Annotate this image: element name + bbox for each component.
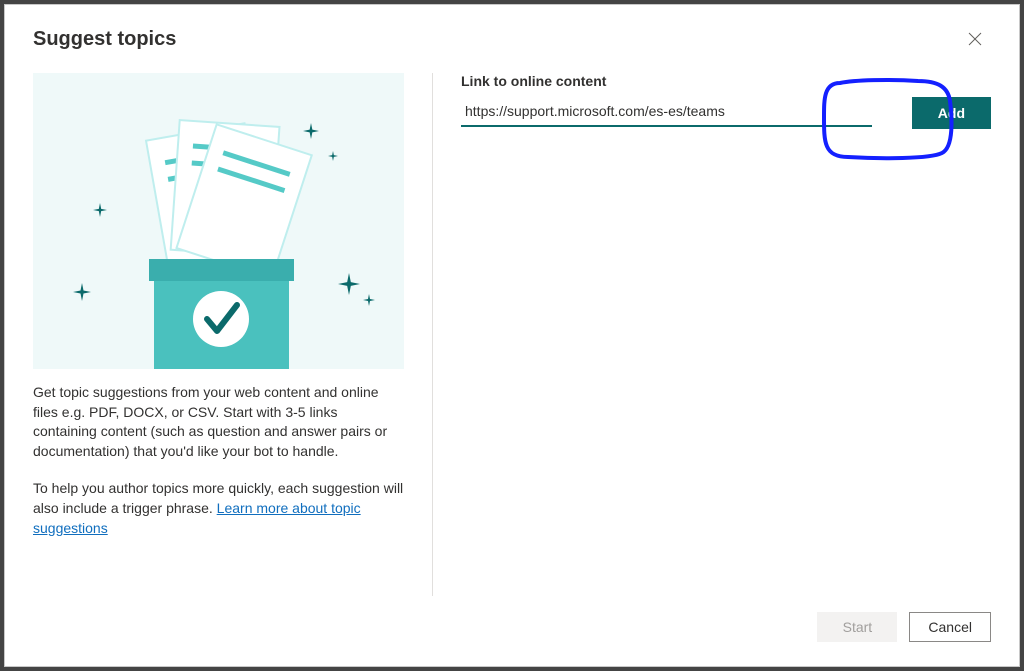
sparkle-icon <box>328 148 338 158</box>
sparkle-icon <box>73 283 91 301</box>
sparkle-icon <box>338 273 360 295</box>
description-1: Get topic suggestions from your web cont… <box>33 383 404 461</box>
close-icon <box>968 32 982 46</box>
suggest-topics-dialog: Suggest topics <box>4 4 1020 667</box>
link-field-label: Link to online content <box>461 73 991 89</box>
add-button[interactable]: Add <box>912 97 991 129</box>
start-button[interactable]: Start <box>817 612 897 642</box>
url-input[interactable] <box>461 97 872 127</box>
description-2: To help you author topics more quickly, … <box>33 479 404 538</box>
dialog-header: Suggest topics <box>5 5 1019 61</box>
illustration <box>33 73 404 369</box>
dialog-body: Get topic suggestions from your web cont… <box>5 61 1019 596</box>
dialog-title: Suggest topics <box>33 28 959 51</box>
sparkle-icon <box>93 203 107 217</box>
box-illustration <box>119 109 319 369</box>
close-button[interactable] <box>959 23 991 55</box>
dialog-footer: Start Cancel <box>5 596 1019 666</box>
right-pane: Link to online content Add <box>433 73 991 596</box>
cancel-button[interactable]: Cancel <box>909 612 991 642</box>
link-field-row: Add <box>461 97 991 129</box>
sparkle-icon <box>363 293 375 305</box>
left-pane: Get topic suggestions from your web cont… <box>33 73 433 596</box>
